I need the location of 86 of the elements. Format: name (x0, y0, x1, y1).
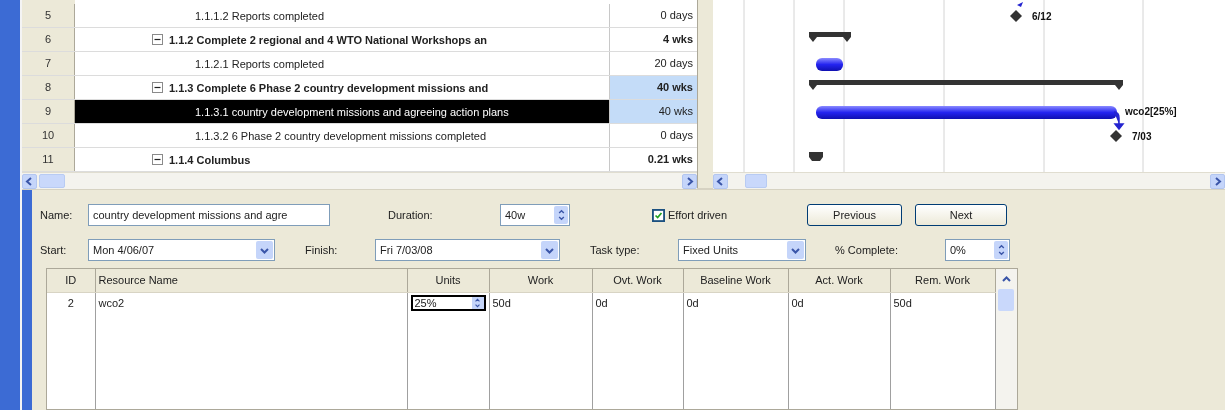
field-label: Finish: (305, 244, 339, 256)
bar-label: wco2[25%] (1125, 106, 1177, 117)
start-date-dropdown[interactable]: Mon 4/06/07 (88, 239, 275, 261)
milestone-diamond (1110, 130, 1122, 142)
row-number: 7 (22, 52, 75, 75)
column-header[interactable]: Act. Work (788, 269, 890, 293)
task-name-cell[interactable]: 1.1.2.1 Reports completed (75, 52, 610, 75)
duration-cell: 40 wks (610, 100, 697, 123)
row-number: 11 (22, 148, 75, 171)
left-chevron-icon (25, 176, 34, 186)
link-arrow (1113, 111, 1124, 130)
right-chevron-icon (1213, 176, 1222, 186)
scroll-left-button[interactable] (22, 173, 37, 189)
task-name-cell[interactable]: 1.1.4 Columbus (75, 148, 610, 171)
units-spinner[interactable]: 25% (410, 294, 486, 311)
task-name-cell[interactable]: 1.1.1.2 Reports completed (75, 4, 610, 27)
column-header[interactable]: Ovt. Work (592, 269, 683, 293)
field-label: Start: (40, 244, 68, 256)
down-chevron-icon (545, 245, 554, 255)
checkbox[interactable] (652, 208, 665, 222)
table-cell: 50d (492, 296, 511, 309)
summary-bar (809, 152, 823, 161)
previous-button[interactable]: Previous (807, 204, 902, 226)
column-header[interactable]: ID (47, 269, 95, 293)
field-label: % Complete: (835, 244, 899, 256)
collapse-icon[interactable] (152, 34, 163, 45)
task-name-cell[interactable]: 1.1.2 Complete 2 regional and 4 WTO National Workshops an (75, 28, 610, 51)
duration-cell-text: 0 days (659, 128, 694, 143)
scrollbar-thumb[interactable] (998, 289, 1015, 311)
down-chevron-icon (260, 245, 269, 255)
finish-date-dropdown[interactable]: Fri 7/03/08 (375, 239, 560, 261)
summary-bar (809, 32, 851, 42)
scrollbar-thumb[interactable] (39, 174, 65, 188)
table-cell: wco2 (98, 296, 125, 309)
up-chevron-icon (557, 209, 565, 215)
percent-complete-spinner[interactable]: 0% (945, 239, 1010, 261)
field-label: Task type: (590, 244, 641, 256)
table-cell: 0d (686, 296, 699, 309)
right-chevron-icon (685, 176, 694, 186)
link-arrow (1017, 2, 1023, 7)
scrollbar-thumb[interactable] (745, 174, 767, 188)
collapse-icon[interactable] (152, 154, 163, 165)
field-label: Name: (40, 209, 74, 221)
down-chevron-icon (997, 250, 1005, 256)
column-header[interactable]: Resource Name (95, 269, 407, 293)
next-button[interactable]: Next (915, 204, 1007, 226)
table-cell: 2 (67, 296, 74, 309)
bar-label: 6/12 (1032, 11, 1052, 22)
up-chevron-icon (997, 244, 1005, 250)
down-chevron-icon (474, 302, 481, 308)
task-bar (816, 58, 843, 71)
duration-cell-text: 0 days (659, 8, 694, 23)
duration-cell-text: 4 wks (662, 32, 694, 47)
row-number: 5 (22, 4, 75, 27)
task-name-cell[interactable]: 1.1.3.1 country development missions and agreeing action plans (75, 100, 610, 123)
up-chevron-icon (474, 297, 481, 303)
scroll-right-button[interactable] (682, 173, 697, 189)
column-header[interactable]: Units (407, 269, 489, 293)
checkbox-label: Effort driven (668, 209, 729, 221)
task-name-cell[interactable]: 1.1.3.2 6 Phase 2 country development missions completed (75, 124, 610, 147)
row-number: 8 (22, 76, 75, 99)
task-type-dropdown[interactable]: Fixed Units (678, 239, 806, 261)
bar-label: 7/03 (1132, 131, 1152, 142)
up-chevron-icon (1001, 274, 1011, 284)
row-number: 10 (22, 124, 75, 147)
duration-cell: 40 wks (610, 76, 697, 99)
duration-cell-text: 20 days (653, 56, 694, 71)
table-cell: 0d (595, 296, 608, 309)
collapse-icon[interactable] (152, 82, 163, 93)
milestone-diamond (1010, 10, 1022, 22)
column-header[interactable]: Baseline Work (683, 269, 788, 293)
scroll-left-button[interactable] (713, 173, 728, 189)
left-chevron-icon (716, 176, 725, 186)
row-number: 9 (22, 100, 75, 123)
duration-cell-text: 0.21 wks (646, 152, 694, 167)
row-number: 6 (22, 28, 75, 51)
scroll-right-button[interactable] (1210, 173, 1225, 189)
duration-spinner[interactable]: 40w (500, 204, 570, 226)
name-field[interactable]: country development missions and agre (88, 204, 330, 226)
column-header[interactable]: Work (489, 269, 592, 293)
down-chevron-icon (557, 215, 565, 221)
field-label: Duration: (388, 209, 434, 221)
column-header[interactable]: Rem. Work (890, 269, 995, 293)
down-chevron-icon (791, 245, 800, 255)
table-cell: 0d (791, 296, 804, 309)
table-cell: 50d (893, 296, 912, 309)
